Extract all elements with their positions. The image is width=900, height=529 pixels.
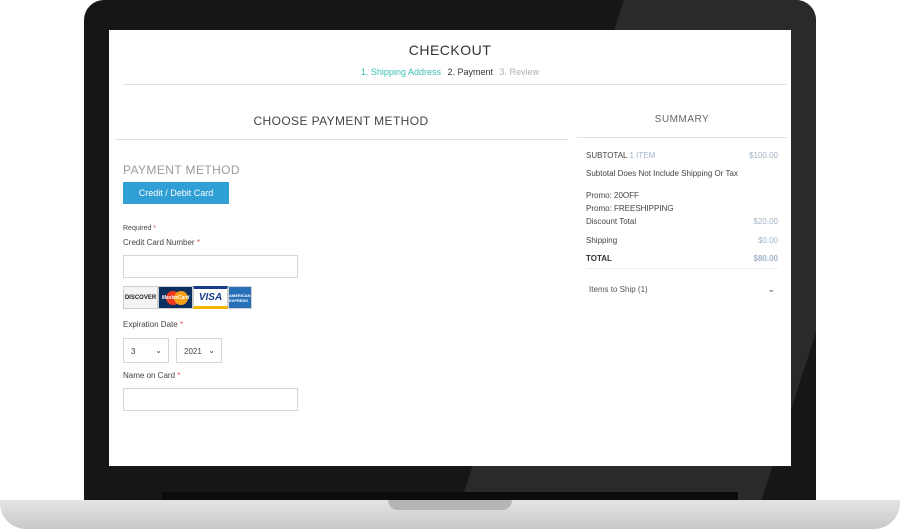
required-note: Required * <box>123 225 156 232</box>
mastercard-logo: MasterCard <box>158 286 193 309</box>
items-to-ship-toggle[interactable]: Items to Ship (1) ⌄ <box>589 284 777 294</box>
required-text: Required <box>123 225 152 232</box>
chevron-down-icon: ⌄ <box>208 346 215 355</box>
name-on-card-input[interactable] <box>123 388 298 411</box>
header-divider <box>123 84 787 85</box>
card-number-label-text: Credit Card Number <box>123 238 195 247</box>
subtotal-label: SUBTOTAL <box>586 151 628 160</box>
card-number-label: Credit Card Number * <box>123 238 200 247</box>
total-label: TOTAL <box>586 254 612 263</box>
expiration-month-value: 3 <box>131 347 136 356</box>
total-amount: $80.00 <box>753 254 778 263</box>
required-marker: * <box>196 238 200 247</box>
credit-debit-card-button[interactable]: Credit / Debit Card <box>123 182 229 204</box>
mastercard-logo-text: MasterCard <box>161 294 190 301</box>
laptop-mockup: CHECKOUT 1. Shipping Address 2. Payment … <box>0 0 900 529</box>
visa-logo: VISA <box>193 286 228 309</box>
card-number-input[interactable] <box>123 255 298 278</box>
shipping-amount: $0.00 <box>757 236 778 245</box>
expiration-year-value: 2021 <box>184 347 202 356</box>
shipping-row: Shipping $0.00 <box>586 236 778 245</box>
subtotal-amount: $100.00 <box>749 151 778 160</box>
expiration-date-label: Expiration Date * <box>123 320 183 329</box>
promo-code: Promo: 20OFF <box>586 191 639 200</box>
payment-section-divider <box>115 139 568 140</box>
chevron-down-icon: ⌄ <box>767 284 775 294</box>
page-title: CHECKOUT <box>408 42 492 58</box>
name-label-text: Name on Card <box>123 371 176 380</box>
laptop-hinge <box>162 492 738 500</box>
accepted-cards: DISCOVER MasterCard VISA AMERICAN EXPRES… <box>123 286 252 309</box>
discount-label: Discount Total <box>586 217 637 226</box>
payment-section-title: CHOOSE PAYMENT METHOD <box>253 114 429 128</box>
checkout-steps: 1. Shipping Address 2. Payment 3. Review <box>109 67 791 77</box>
subtotal-row: SUBTOTAL 1 ITEM $100.00 <box>586 151 778 160</box>
name-on-card-label: Name on Card * <box>123 371 180 380</box>
summary-divider <box>577 137 787 138</box>
summary-title: SUMMARY <box>654 114 710 125</box>
checkout-screen: CHECKOUT 1. Shipping Address 2. Payment … <box>109 30 791 466</box>
total-row: TOTAL $80.00 <box>586 254 778 263</box>
expiration-month-select[interactable]: 3 ⌄ <box>123 338 169 363</box>
step-review: 3. Review <box>499 67 540 77</box>
amex-logo: AMERICAN EXPRESS <box>228 286 252 309</box>
chevron-down-icon: ⌄ <box>155 346 162 355</box>
expiration-label-text: Expiration Date <box>123 320 178 329</box>
discount-row: Discount Total $20.00 <box>586 217 778 226</box>
required-marker: * <box>153 225 157 232</box>
step-payment: 2. Payment <box>447 67 494 77</box>
promo-code: Promo: FREESHIPPING <box>586 204 674 213</box>
required-marker: * <box>179 320 184 329</box>
shipping-label: Shipping <box>586 236 618 245</box>
required-marker: * <box>177 371 181 380</box>
summary-total-divider <box>586 268 778 269</box>
payment-method-heading: PAYMENT METHOD <box>123 163 240 177</box>
laptop-base-notch <box>388 500 512 510</box>
items-to-ship-label: Items to Ship (1) <box>589 285 648 294</box>
discover-logo: DISCOVER <box>123 286 158 309</box>
subtotal-note: Subtotal Does Not Include Shipping Or Ta… <box>586 169 738 178</box>
step-shipping-address[interactable]: 1. Shipping Address <box>361 67 441 77</box>
expiration-year-select[interactable]: 2021 ⌄ <box>176 338 222 363</box>
discount-amount: $20.00 <box>753 217 778 226</box>
subtotal-items: 1 ITEM <box>629 151 656 160</box>
